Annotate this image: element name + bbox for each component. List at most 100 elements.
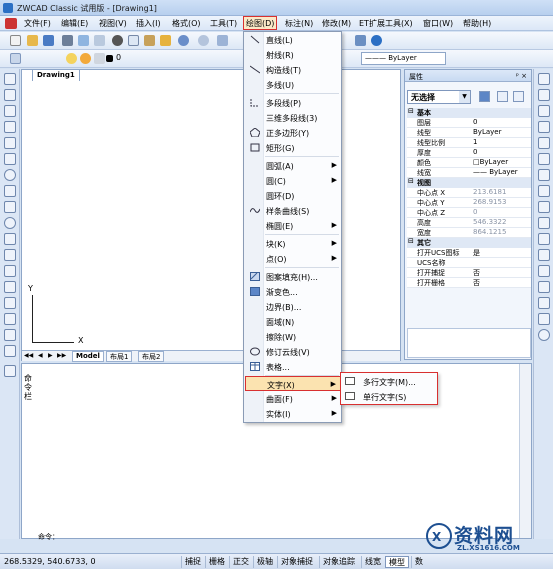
- offset-tool-icon[interactable]: [538, 121, 550, 133]
- property-row[interactable]: 打开捕捉 否: [407, 268, 531, 278]
- property-row[interactable]: 图层 0: [407, 118, 531, 128]
- menu-item-solids[interactable]: 实体(I) ▶: [245, 406, 341, 421]
- property-row[interactable]: 线型 ByLayer: [407, 128, 531, 138]
- menu-item-3dpoly[interactable]: 三维多段线(3): [245, 110, 341, 125]
- pan-icon[interactable]: [217, 35, 228, 46]
- menu-item-polygon[interactable]: 正多边形(Y): [245, 125, 341, 140]
- tab-layout1[interactable]: 布局1: [106, 351, 133, 362]
- property-row[interactable]: 宽度 864.1215: [407, 228, 531, 238]
- save-icon[interactable]: [43, 35, 54, 46]
- menu-item-donut[interactable]: 圆环(D): [245, 188, 341, 203]
- menu-tools[interactable]: 工具(T): [210, 18, 237, 29]
- make-block-tool-icon[interactable]: [4, 265, 16, 277]
- linetype-select[interactable]: ——— ByLayer: [361, 52, 446, 65]
- menu-help[interactable]: 帮助(H): [463, 18, 491, 29]
- menu-view[interactable]: 视图(V): [99, 18, 127, 29]
- spline-tool-icon[interactable]: [4, 201, 16, 213]
- menu-item-circle[interactable]: 圆(C) ▶: [245, 173, 341, 188]
- command-scrollbar[interactable]: [519, 364, 531, 538]
- menu-item-spline[interactable]: 样条曲线(S): [245, 203, 341, 218]
- model-toggle[interactable]: 模型: [385, 556, 409, 568]
- ortho-toggle[interactable]: 正交: [229, 556, 252, 568]
- properties-tool-icon[interactable]: [538, 329, 550, 341]
- ellipse-tool-icon[interactable]: [4, 217, 16, 229]
- undo-icon[interactable]: [178, 35, 189, 46]
- polyline-tool-icon[interactable]: [4, 105, 16, 117]
- table-tool-icon[interactable]: [4, 345, 16, 357]
- layer-freeze-icon[interactable]: [80, 53, 91, 64]
- otrack-toggle[interactable]: 对象追踪: [319, 556, 358, 568]
- property-row[interactable]: 颜色 □ByLayer: [407, 158, 531, 168]
- extend-tool-icon[interactable]: [538, 233, 550, 245]
- cut-icon[interactable]: [112, 35, 123, 46]
- category-view[interactable]: 视图: [407, 177, 531, 188]
- property-row[interactable]: 线型比例 1: [407, 138, 531, 148]
- scale-tool-icon[interactable]: [538, 185, 550, 197]
- region-tool-icon[interactable]: [4, 329, 16, 341]
- move-tool-icon[interactable]: [538, 153, 550, 165]
- tab-nav-next-icon[interactable]: ▶: [48, 352, 53, 359]
- menu-item-wipeout[interactable]: 擦除(W): [245, 329, 341, 344]
- category-other[interactable]: 其它: [407, 237, 531, 248]
- category-basic[interactable]: 基本: [407, 107, 531, 118]
- menu-item-ray[interactable]: 射线(R): [245, 47, 341, 62]
- insert-block-tool-icon[interactable]: [4, 249, 16, 261]
- submenu-item-dtext[interactable]: 单行文字(S): [343, 389, 435, 404]
- menu-item-block[interactable]: 块(K) ▶: [245, 236, 341, 251]
- property-row[interactable]: 线宽 —— ByLayer: [407, 168, 531, 178]
- layer-current-value[interactable]: 0: [116, 53, 121, 62]
- ellipse-arc-tool-icon[interactable]: [4, 233, 16, 245]
- polygon-tool-icon[interactable]: [4, 121, 16, 133]
- explode-tool-icon[interactable]: [538, 313, 550, 325]
- menu-item-region[interactable]: 面域(N): [245, 314, 341, 329]
- tab-nav-prev-icon[interactable]: ◀: [38, 352, 43, 359]
- layer-manager-icon[interactable]: [10, 53, 21, 64]
- new-file-icon[interactable]: [10, 35, 21, 46]
- snap-toggle[interactable]: 捕捉: [181, 556, 204, 568]
- menu-item-rectangle[interactable]: 矩形(G): [245, 140, 341, 155]
- menu-format[interactable]: 格式(O): [172, 18, 201, 29]
- construction-line-tool-icon[interactable]: [4, 89, 16, 101]
- polar-toggle[interactable]: 极轴: [253, 556, 276, 568]
- property-row[interactable]: UCS名称: [407, 258, 531, 268]
- stretch-tool-icon[interactable]: [538, 201, 550, 213]
- property-row[interactable]: 中心点 Z 0: [407, 208, 531, 218]
- menu-item-revcloud[interactable]: 修订云线(V): [245, 344, 341, 359]
- menu-item-surfaces[interactable]: 曲面(F) ▶: [245, 391, 341, 406]
- menu-et-tools[interactable]: ET扩展工具(X): [359, 18, 413, 29]
- print-preview-icon[interactable]: [78, 35, 89, 46]
- menu-modify[interactable]: 修改(M): [322, 18, 351, 29]
- menu-item-hatch[interactable]: 图案填充(H)...: [245, 269, 341, 284]
- copy-icon[interactable]: [128, 35, 139, 46]
- property-row[interactable]: 打开UCS图标 是: [407, 248, 531, 258]
- menu-file[interactable]: 文件(F): [24, 18, 51, 29]
- menu-item-line[interactable]: 直线(L): [245, 32, 341, 47]
- erase-tool-icon[interactable]: [538, 73, 550, 85]
- break-tool-icon[interactable]: [538, 249, 550, 261]
- copy-tool-icon[interactable]: [538, 89, 550, 101]
- help-icon[interactable]: [371, 35, 382, 46]
- menu-item-mline[interactable]: 多线(U): [245, 77, 341, 92]
- toggle-pickadd-icon[interactable]: [479, 91, 490, 102]
- rotate-tool-icon[interactable]: [538, 169, 550, 181]
- document-menu-icon[interactable]: [5, 18, 17, 29]
- revcloud-tool-icon[interactable]: [4, 185, 16, 197]
- print-icon[interactable]: [62, 35, 73, 46]
- menu-item-arc[interactable]: 圆弧(A) ▶: [245, 158, 341, 173]
- match-properties-icon[interactable]: [160, 35, 171, 46]
- line-tool-icon[interactable]: [4, 73, 16, 85]
- chamfer-tool-icon[interactable]: [538, 281, 550, 293]
- tab-nav-last-icon[interactable]: ▶▶: [57, 352, 66, 359]
- menu-item-text[interactable]: 文字(X) ▶: [245, 376, 341, 391]
- menu-item-polyline[interactable]: 多段线(P): [245, 95, 341, 110]
- menu-edit[interactable]: 编辑(E): [61, 18, 88, 29]
- tab-layout2[interactable]: 布局2: [138, 351, 165, 362]
- zoom-icon[interactable]: [355, 35, 366, 46]
- mirror-tool-icon[interactable]: [538, 105, 550, 117]
- circle-tool-icon[interactable]: [4, 169, 16, 181]
- rectangle-tool-icon[interactable]: [4, 137, 16, 149]
- property-row[interactable]: 高度 546.3322: [407, 218, 531, 228]
- publish-icon[interactable]: [94, 35, 105, 46]
- submenu-item-mtext[interactable]: 多行文字(M)...: [343, 374, 435, 389]
- document-tab[interactable]: Drawing1: [32, 69, 80, 81]
